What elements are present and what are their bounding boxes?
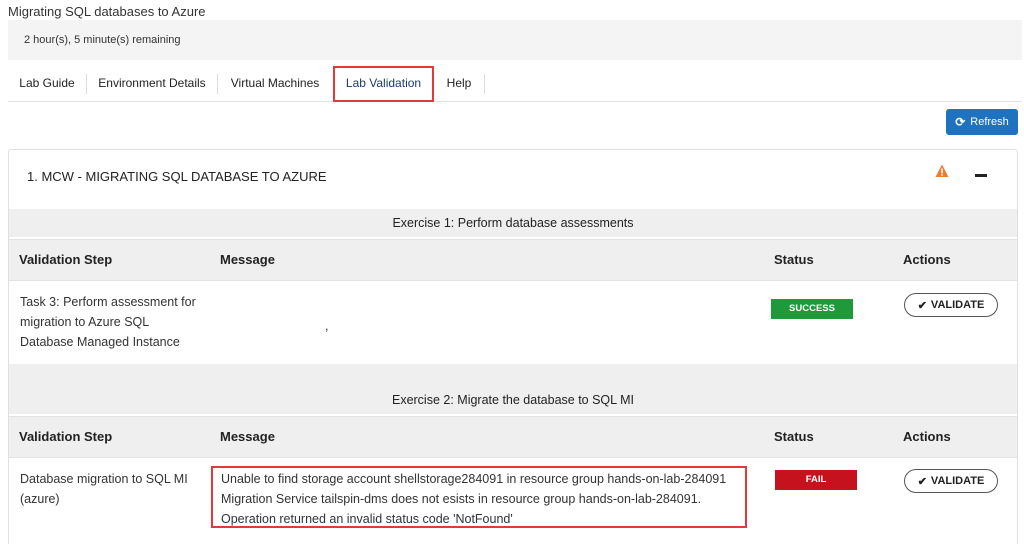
column-header-actions: Actions [903, 252, 951, 267]
checkmark-icon: ✔ [917, 475, 927, 488]
tab-help[interactable]: Help [435, 66, 483, 100]
section-separator [9, 364, 1017, 386]
refresh-label: Refresh [970, 116, 1009, 128]
refresh-button[interactable]: ⟳ Refresh [946, 109, 1018, 135]
validate-label: VALIDATE [930, 299, 985, 311]
validation-message-text: , [325, 319, 329, 333]
failure-message-highlight [211, 466, 747, 528]
exercise-header: Exercise 1: Perform database assessments [9, 209, 1017, 237]
time-remaining: 2 hour(s), 5 minute(s) remaining [24, 34, 181, 46]
tab-environment-details[interactable]: Environment Details [87, 66, 217, 100]
status-badge-fail: FAIL [775, 470, 857, 490]
validate-button[interactable]: ✔ VALIDATE [904, 469, 998, 493]
column-header-step: Validation Step [19, 429, 113, 444]
lab-validation-highlight [333, 66, 434, 102]
column-header-status: Status [774, 252, 814, 267]
validation-step-text: Task 3: Perform assessment for migration… [20, 295, 196, 349]
tab-bar: Lab Guide Environment Details Virtual Ma… [8, 66, 1022, 102]
validate-label: VALIDATE [930, 475, 985, 487]
panel-title: 1. MCW - MIGRATING SQL DATABASE TO AZURE [27, 169, 327, 184]
panel-header[interactable]: 1. MCW - MIGRATING SQL DATABASE TO AZURE [9, 150, 1017, 200]
tab-lab-guide[interactable]: Lab Guide [8, 66, 86, 100]
page-title: Migrating SQL databases to Azure [8, 4, 206, 19]
column-header-step: Validation Step [19, 252, 113, 267]
refresh-icon: ⟳ [955, 115, 966, 129]
column-header-message: Message [220, 429, 275, 444]
validate-button[interactable]: ✔ VALIDATE [904, 293, 998, 317]
tab-divider [484, 74, 485, 94]
column-header-row: Validation Step Message Status Actions [9, 416, 1017, 458]
column-header-status: Status [774, 429, 814, 444]
column-header-message: Message [220, 252, 275, 267]
checkmark-icon: ✔ [917, 299, 927, 312]
collapse-icon[interactable] [975, 174, 987, 177]
exercise-header: Exercise 2: Migrate the database to SQL … [9, 386, 1017, 414]
tab-virtual-machines[interactable]: Virtual Machines [218, 66, 332, 100]
column-header-actions: Actions [903, 429, 951, 444]
validation-step-text: Database migration to SQL MI (azure) [20, 472, 188, 506]
warning-icon [935, 164, 949, 177]
timer-bar: 2 hour(s), 5 minute(s) remaining [8, 20, 1022, 60]
status-badge-success: SUCCESS [771, 299, 853, 319]
column-header-row: Validation Step Message Status Actions [9, 239, 1017, 281]
